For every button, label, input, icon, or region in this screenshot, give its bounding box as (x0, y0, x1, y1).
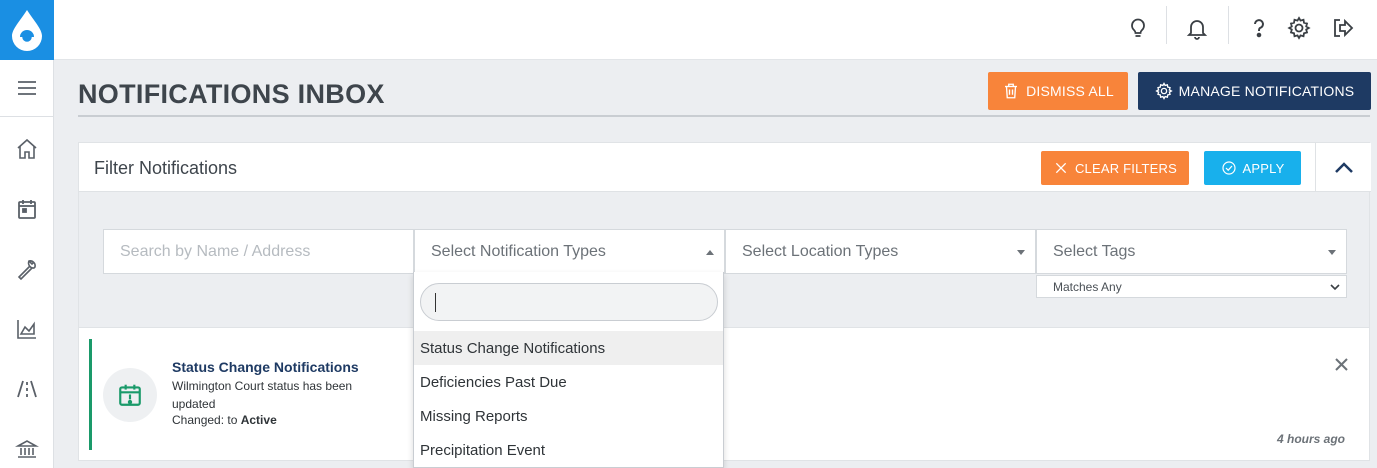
caret-down-icon (1017, 250, 1025, 255)
bell-icon[interactable] (1179, 10, 1215, 46)
dropdown-option[interactable]: Missing Reports (414, 399, 723, 433)
notification-types-placeholder: Select Notification Types (431, 242, 606, 260)
close-icon (1055, 162, 1067, 174)
calendar-alert-icon (119, 384, 141, 406)
top-bar (54, 0, 1377, 60)
tags-select[interactable]: Select Tags (1036, 229, 1347, 274)
dropdown-option[interactable]: Deficiencies Past Due (414, 365, 723, 399)
close-icon[interactable] (1332, 355, 1350, 373)
hamburger-menu-icon[interactable] (0, 68, 54, 108)
dropdown-option[interactable]: Status Change Notifications (414, 331, 723, 365)
sign-out-icon[interactable] (1324, 10, 1360, 46)
gear-icon[interactable] (1281, 10, 1317, 46)
water-drop-logo-icon (12, 10, 42, 51)
status-accent-bar (89, 339, 92, 450)
collapse-button[interactable] (1315, 143, 1371, 192)
caret-down-icon (1328, 250, 1336, 255)
chart-icon[interactable] (0, 309, 54, 349)
apply-button[interactable]: APPLY (1204, 151, 1301, 185)
filter-panel: Filter Notifications CLEAR FILTERS APPLY… (78, 142, 1371, 328)
app-logo[interactable] (0, 0, 54, 60)
notification-change: Changed: to Active (172, 413, 277, 427)
road-icon[interactable] (0, 369, 54, 409)
home-icon[interactable] (0, 129, 54, 169)
help-icon[interactable] (1241, 10, 1277, 46)
chevron-down-icon (1330, 284, 1340, 291)
filter-title: Filter Notifications (94, 158, 238, 178)
dropdown-option[interactable]: Precipitation Event (414, 433, 723, 467)
trash-icon (1005, 83, 1018, 99)
bank-icon[interactable] (0, 429, 54, 468)
notification-types-select[interactable]: Select Notification Types (414, 229, 725, 274)
tags-match-mode-select[interactable]: Matches Any (1036, 275, 1347, 298)
check-circle-icon (1221, 161, 1236, 175)
lightbulb-icon[interactable] (1120, 10, 1156, 46)
notification-timestamp: 4 hours ago (1276, 432, 1345, 446)
sidebar-divider (0, 116, 54, 117)
chevron-up-icon (1334, 161, 1353, 173)
location-types-select[interactable]: Select Location Types (725, 229, 1036, 274)
dropdown-search-input[interactable] (420, 283, 718, 321)
filter-header: Filter Notifications CLEAR FILTERS APPLY (79, 143, 1371, 192)
dismiss-all-label: DISMISS ALL (1026, 83, 1114, 99)
location-types-placeholder: Select Location Types (742, 242, 899, 260)
search-input[interactable]: Search by Name / Address (103, 229, 414, 274)
left-sidebar (0, 0, 54, 468)
calendar-icon[interactable] (0, 189, 54, 229)
notification-types-dropdown: Status Change Notifications Deficiencies… (413, 272, 724, 468)
text-cursor (435, 293, 436, 312)
dismiss-all-button[interactable]: DISMISS ALL (988, 72, 1128, 110)
notification-avatar (103, 368, 157, 422)
clear-filters-label: CLEAR FILTERS (1074, 160, 1178, 176)
notification-title: Status Change Notifications (172, 359, 359, 375)
title-divider (78, 115, 1370, 117)
change-prefix: Changed: to (172, 413, 241, 427)
apply-label: APPLY (1242, 160, 1285, 176)
manage-notifications-label: MANAGE NOTIFICATIONS (1178, 83, 1355, 99)
page-title: NOTIFICATIONS INBOX (78, 79, 385, 109)
change-value: Active (240, 413, 277, 427)
gear-icon (1154, 82, 1173, 100)
topbar-divider (1228, 6, 1229, 44)
topbar-divider (1166, 6, 1167, 44)
notification-item[interactable]: Status Change Notifications Wilmington C… (78, 328, 1370, 461)
caret-up-icon (706, 250, 714, 255)
tags-placeholder: Select Tags (1053, 242, 1136, 260)
wrench-icon[interactable] (0, 249, 54, 289)
manage-notifications-button[interactable]: MANAGE NOTIFICATIONS (1138, 72, 1371, 110)
tags-match-mode-value: Matches Any (1053, 279, 1122, 294)
notification-body: Wilmington Court status has been updated (172, 379, 353, 411)
clear-filters-button[interactable]: CLEAR FILTERS (1041, 151, 1189, 185)
